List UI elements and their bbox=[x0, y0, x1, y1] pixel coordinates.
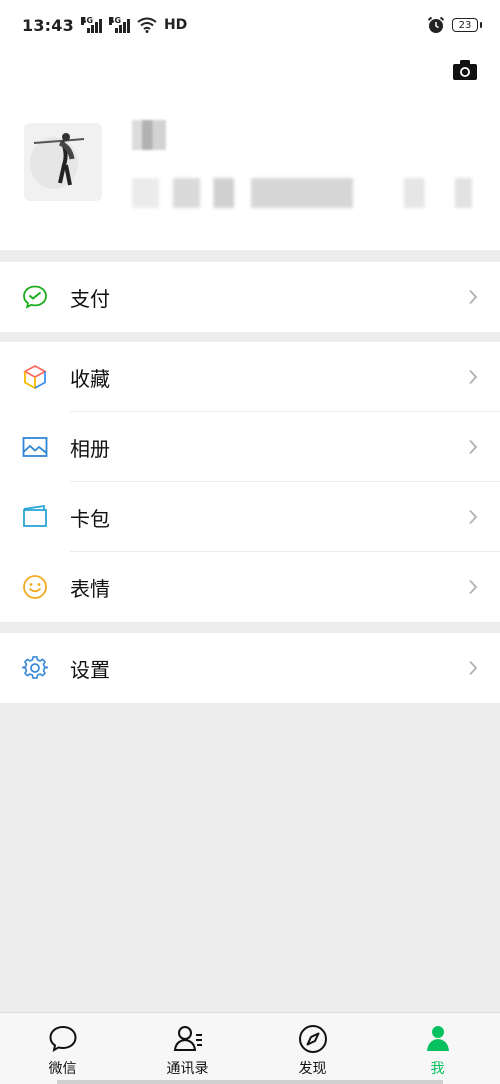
menu-label-settings: 设置 bbox=[70, 657, 110, 682]
menu-label-album: 相册 bbox=[70, 436, 110, 461]
menu-item-favorites[interactable]: 收藏 bbox=[0, 342, 500, 412]
status-time: 13:43 bbox=[22, 15, 74, 35]
chat-bubble-icon bbox=[48, 1025, 77, 1052]
menu-group-main: 收藏 相册 卡包 表情 bbox=[0, 342, 500, 622]
chevron-right-icon bbox=[469, 660, 478, 676]
bottom-tab-bar: 微信 通讯录 发现 我 bbox=[0, 1012, 500, 1084]
chevron-right-icon bbox=[469, 369, 478, 385]
tab-label-me: 我 bbox=[430, 1061, 445, 1077]
tab-label-contacts: 通讯录 bbox=[166, 1061, 209, 1077]
menu-label-pay: 支付 bbox=[70, 286, 110, 311]
signal-icon: 4G bbox=[80, 16, 102, 33]
menu-item-cards[interactable]: 卡包 bbox=[0, 482, 500, 552]
battery-icon: 23 bbox=[452, 18, 482, 32]
hd-label: HD bbox=[163, 17, 188, 33]
person-icon bbox=[426, 1026, 449, 1051]
smiley-icon bbox=[23, 575, 47, 599]
tab-label-chats: 微信 bbox=[48, 1061, 77, 1077]
menu-item-settings[interactable]: 设置 bbox=[0, 633, 500, 703]
wechat-pay-icon bbox=[23, 285, 47, 309]
network-type-label: 4G bbox=[80, 16, 94, 25]
wifi-icon bbox=[137, 17, 157, 33]
menu-item-album[interactable]: 相册 bbox=[0, 412, 500, 482]
menu-item-pay[interactable]: 支付 bbox=[0, 262, 500, 332]
gear-icon bbox=[22, 656, 48, 679]
tab-chats[interactable]: 微信 bbox=[0, 1013, 125, 1084]
menu-label-cards: 卡包 bbox=[70, 506, 110, 531]
wechat-id-blurred bbox=[132, 178, 472, 208]
profile-header[interactable] bbox=[0, 50, 500, 250]
card-wallet-icon bbox=[23, 504, 47, 527]
tab-me[interactable]: 我 bbox=[375, 1013, 500, 1084]
status-left: 13:43 4G 4G HD bbox=[22, 16, 187, 35]
nickname-blurred bbox=[132, 120, 166, 150]
alarm-icon bbox=[427, 16, 445, 33]
menu-group-pay: 支付 bbox=[0, 262, 500, 332]
avatar[interactable] bbox=[24, 123, 102, 201]
status-right: 23 bbox=[427, 16, 482, 34]
menu-item-stickers[interactable]: 表情 bbox=[0, 552, 500, 622]
tab-label-discover: 发现 bbox=[298, 1061, 327, 1077]
compass-icon bbox=[298, 1025, 327, 1053]
chevron-right-icon bbox=[469, 289, 478, 305]
image-icon bbox=[22, 437, 48, 457]
chevron-right-icon bbox=[469, 439, 478, 455]
menu-group-settings: 设置 bbox=[0, 633, 500, 703]
menu-label-favorites: 收藏 bbox=[70, 366, 110, 391]
contacts-icon bbox=[173, 1026, 202, 1051]
tab-discover[interactable]: 发现 bbox=[250, 1013, 375, 1084]
cube-icon bbox=[23, 364, 47, 390]
menu-label-stickers: 表情 bbox=[70, 576, 110, 601]
system-nav-indicator bbox=[57, 1080, 443, 1084]
chevron-right-icon bbox=[469, 509, 478, 525]
avatar-image bbox=[24, 123, 102, 201]
signal-icon-2: 4G bbox=[108, 16, 130, 33]
chevron-right-icon bbox=[469, 579, 478, 595]
tab-contacts[interactable]: 通讯录 bbox=[125, 1013, 250, 1084]
status-bar: 13:43 4G 4G HD 23 bbox=[0, 0, 500, 50]
camera-icon[interactable] bbox=[452, 59, 478, 81]
network-type-label-2: 4G bbox=[108, 16, 122, 25]
